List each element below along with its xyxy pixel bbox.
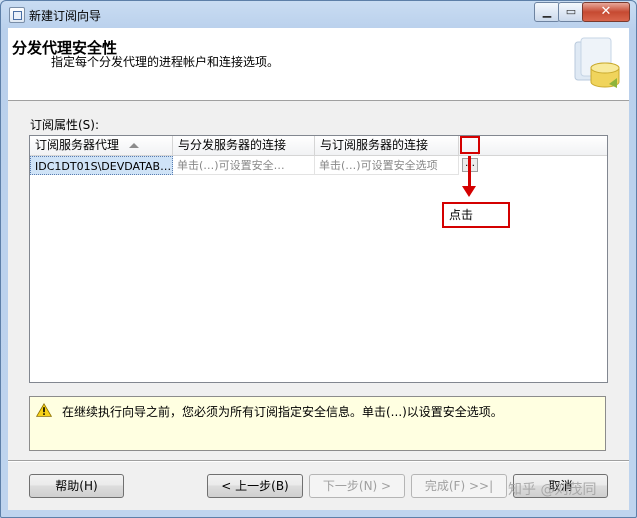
help-button[interactable]: 帮助(H) — [29, 474, 124, 498]
window-title: 新建订阅向导 — [29, 9, 102, 23]
wizard-client-area: 分发代理安全性 指定每个分发代理的进程帐户和连接选项。 订阅属性(S): 订阅服… — [8, 28, 629, 510]
annotation-callout: 点击 — [442, 202, 510, 228]
watermark: 知乎 @刘茂同 — [508, 482, 597, 498]
sort-ascending-icon — [129, 143, 139, 148]
maximize-button[interactable]: ▭ — [558, 2, 584, 22]
title-bar[interactable]: 新建订阅向导 ▁ ▭ ✕ — [1, 1, 636, 28]
table-row[interactable]: IDC1DT01S\DEVDATAB… 单击(…)可设置安全… 单击(…)可设置… — [30, 156, 607, 175]
wizard-window: 新建订阅向导 ▁ ▭ ✕ 分发代理安全性 指定每个分发代理的进程帐户和连接选项。… — [0, 0, 637, 518]
annotation-arrow-down-icon — [462, 186, 476, 197]
grid-header: 订阅服务器代理 与分发服务器的连接 与订阅服务器的连接 — [30, 136, 607, 156]
finish-button[interactable]: 完成(F) >>| — [411, 474, 507, 498]
database-wizard-icon — [574, 37, 620, 88]
wizard-header: 分发代理安全性 指定每个分发代理的进程帐户和连接选项。 — [8, 28, 629, 101]
page-subtitle: 指定每个分发代理的进程帐户和连接选项。 — [51, 55, 280, 69]
subscription-properties-label: 订阅属性(S): — [30, 118, 100, 132]
warning-icon — [36, 403, 52, 417]
minimize-button[interactable]: ▁ — [534, 2, 560, 22]
subscription-properties-grid: 订阅服务器代理 与分发服务器的连接 与订阅服务器的连接 IDC1DT01S\DE… — [29, 135, 608, 383]
cell-agent[interactable]: IDC1DT01S\DEVDATAB… — [30, 156, 173, 175]
cell-subscriber-connection[interactable]: 单击(…)可设置安全选项 — [315, 156, 459, 175]
maximize-icon: ▭ — [565, 5, 577, 18]
warning-panel: 在继续执行向导之前，您必须为所有订阅指定安全信息。单击(...)以设置安全选项。 — [29, 396, 606, 451]
minimize-icon: ▁ — [542, 5, 552, 18]
cell-distributor-connection[interactable]: 单击(…)可设置安全… — [173, 156, 315, 175]
column-header-agent[interactable]: 订阅服务器代理 — [30, 136, 173, 155]
annotation-arrow-shaft — [468, 156, 471, 188]
close-button[interactable]: ✕ — [582, 2, 630, 22]
close-icon: ✕ — [600, 4, 612, 19]
back-button[interactable]: < 上一步(B) — [207, 474, 303, 498]
column-header-distributor-connection[interactable]: 与分发服务器的连接 — [173, 136, 315, 155]
column-header-subscriber-connection[interactable]: 与订阅服务器的连接 — [315, 136, 459, 155]
wizard-app-icon — [9, 7, 25, 23]
warning-message: 在继续执行向导之前，您必须为所有订阅指定安全信息。单击(...)以设置安全选项。 — [62, 405, 503, 419]
next-button[interactable]: 下一步(N) > — [309, 474, 405, 498]
footer-divider — [8, 460, 629, 462]
highlight-box — [460, 136, 480, 154]
